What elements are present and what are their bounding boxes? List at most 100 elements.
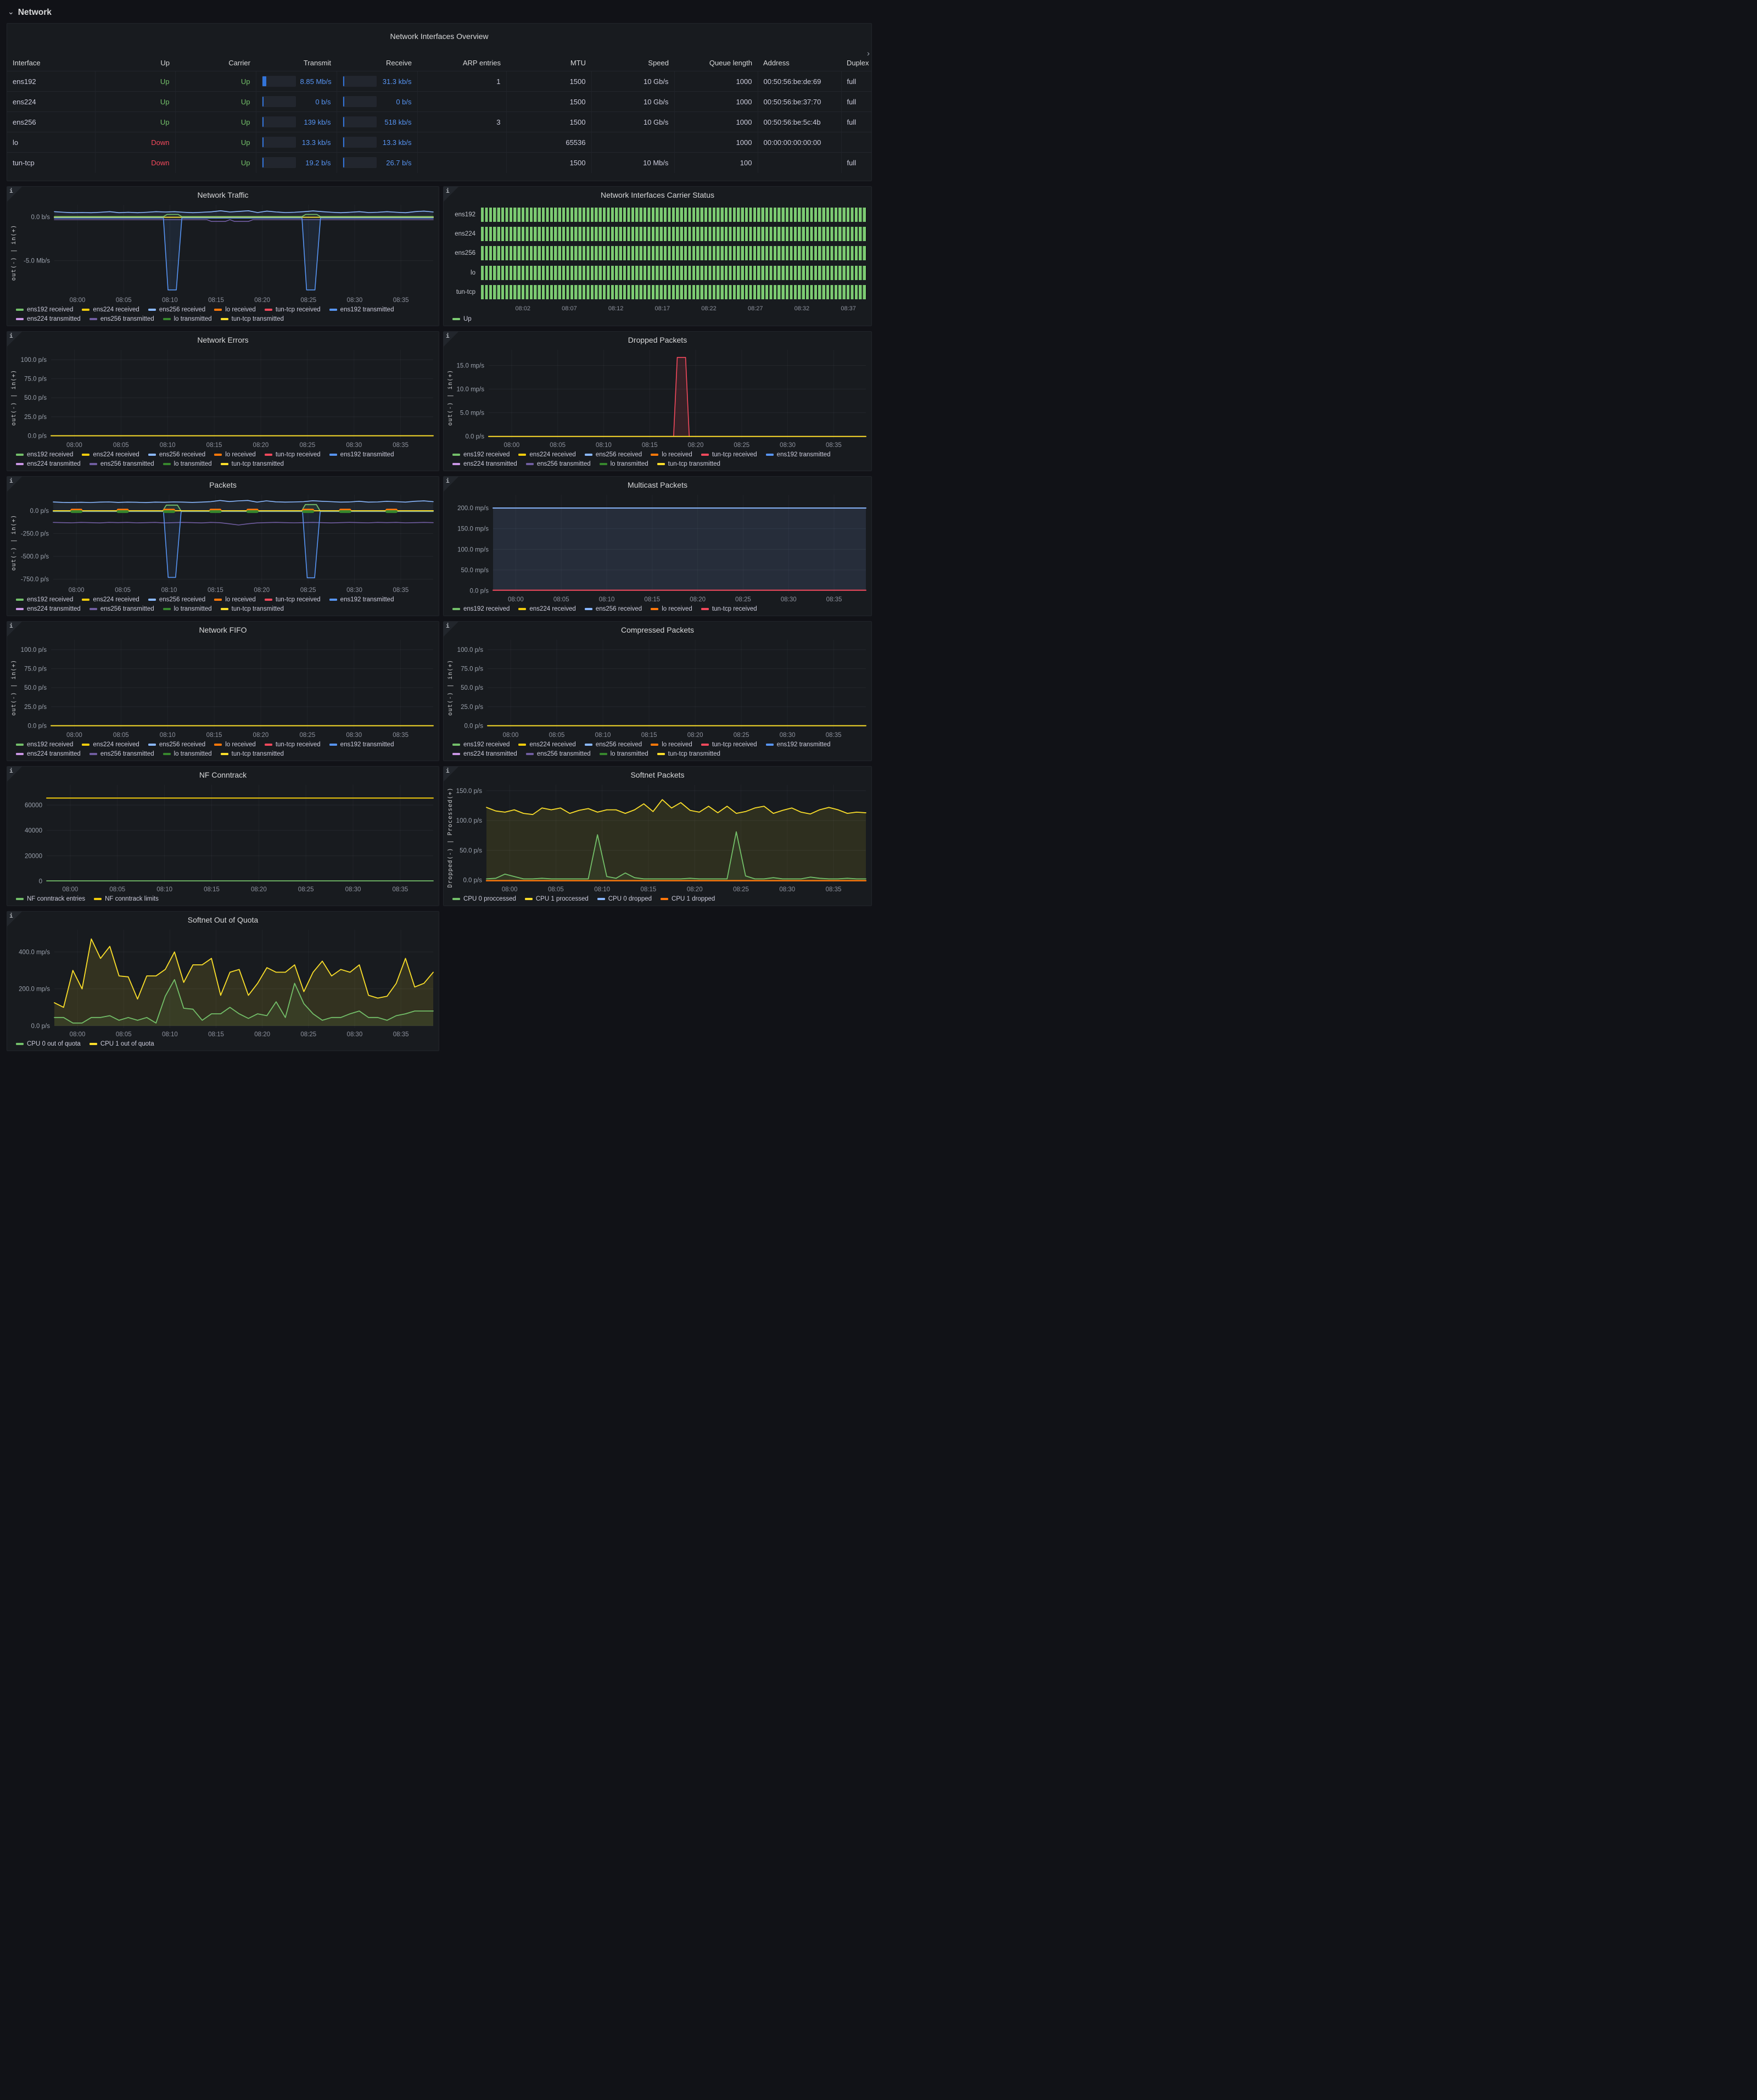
legend-item[interactable]: ens224 received: [82, 306, 139, 313]
panel-title-network-traffic[interactable]: Network Traffic: [7, 187, 439, 200]
legend-item[interactable]: ens224 transmitted: [452, 751, 517, 757]
info-icon[interactable]: i: [444, 187, 458, 202]
status-bars[interactable]: [481, 208, 867, 222]
legend-item[interactable]: tun-tcp transmitted: [221, 751, 284, 757]
legend-item[interactable]: CPU 0 proccessed: [452, 896, 516, 902]
panel-title-network-errors[interactable]: Network Errors: [7, 332, 439, 345]
legend-item[interactable]: NF conntrack entries: [16, 896, 85, 902]
info-icon[interactable]: i: [7, 912, 22, 926]
legend-item[interactable]: ens224 transmitted: [16, 606, 81, 612]
table-panel-title[interactable]: Network Interfaces Overview: [7, 27, 871, 42]
legend-item[interactable]: CPU 1 out of quota: [89, 1041, 154, 1047]
column-header-arp-entries[interactable]: ARP entries: [417, 55, 506, 71]
panel-title-dropped-packets[interactable]: Dropped Packets: [444, 332, 871, 345]
network-errors-chart[interactable]: 0.0 p/s25.0 p/s50.0 p/s75.0 p/s100.0 p/s…: [18, 345, 435, 450]
legend-item[interactable]: ens256 transmitted: [89, 751, 154, 757]
softnet-out-of-quota-chart[interactable]: 0.0 p/s200.0 mp/s400.0 mp/s08:0008:0508:…: [18, 925, 435, 1039]
legend-item[interactable]: ens224 received: [82, 741, 139, 748]
legend-item[interactable]: ens256 received: [585, 741, 642, 748]
panel-title-carrier-status[interactable]: Network Interfaces Carrier Status: [444, 187, 871, 200]
legend-item[interactable]: CPU 0 dropped: [597, 896, 652, 902]
legend-item[interactable]: CPU 1 dropped: [661, 896, 715, 902]
legend-item[interactable]: ens224 transmitted: [16, 316, 81, 322]
status-bars[interactable]: [481, 285, 867, 299]
panel-title-multicast-packets[interactable]: Multicast Packets: [444, 477, 871, 490]
carrier-status-chart[interactable]: ens192ens224ens256lotun-tcp: [444, 200, 871, 304]
legend-item[interactable]: ens224 transmitted: [16, 751, 81, 757]
column-header-speed[interactable]: Speed: [591, 55, 674, 71]
legend-item[interactable]: Up: [452, 316, 472, 322]
legend-item[interactable]: ens256 received: [148, 451, 205, 458]
section-header-network[interactable]: ⌄ Network: [7, 5, 872, 23]
legend-item[interactable]: lo received: [651, 606, 692, 612]
status-bars[interactable]: [481, 227, 867, 241]
info-icon[interactable]: i: [444, 477, 458, 492]
legend-item[interactable]: ens192 received: [16, 451, 73, 458]
info-icon[interactable]: i: [7, 332, 22, 347]
column-header-mtu[interactable]: MTU: [506, 55, 591, 71]
legend-item[interactable]: ens192 transmitted: [329, 741, 394, 748]
info-icon[interactable]: i: [7, 477, 22, 492]
legend-item[interactable]: tun-tcp received: [701, 451, 757, 458]
network-traffic-chart[interactable]: 0.0 b/s-5.0 Mb/s08:0008:0508:1008:1508:2…: [18, 200, 435, 305]
legend-item[interactable]: ens224 received: [518, 741, 575, 748]
status-bars[interactable]: [481, 266, 867, 280]
legend-item[interactable]: tun-tcp received: [265, 596, 321, 603]
legend-item[interactable]: ens256 transmitted: [526, 461, 591, 467]
scroll-right-icon[interactable]: ›: [867, 49, 870, 58]
packets-chart[interactable]: 0.0 p/s-250.0 p/s-500.0 p/s-750.0 p/s08:…: [18, 490, 435, 595]
legend-item[interactable]: ens192 transmitted: [766, 741, 831, 748]
info-icon[interactable]: i: [444, 622, 458, 636]
multicast-packets-chart[interactable]: 0.0 p/s50.0 mp/s100.0 mp/s150.0 mp/s200.…: [455, 490, 868, 604]
legend-item[interactable]: tun-tcp transmitted: [657, 751, 720, 757]
legend-item[interactable]: tun-tcp transmitted: [657, 461, 720, 467]
legend-item[interactable]: ens256 received: [148, 306, 205, 313]
legend-item[interactable]: lo received: [214, 451, 256, 458]
panel-title-softnet-packets[interactable]: Softnet Packets: [444, 767, 871, 780]
legend-item[interactable]: tun-tcp received: [265, 741, 321, 748]
legend-item[interactable]: lo transmitted: [163, 751, 212, 757]
legend-item[interactable]: ens192 transmitted: [766, 451, 831, 458]
legend-item[interactable]: tun-tcp transmitted: [221, 461, 284, 467]
panel-title-network-fifo[interactable]: Network FIFO: [7, 622, 439, 635]
info-icon[interactable]: i: [444, 332, 458, 347]
legend-item[interactable]: ens192 received: [452, 741, 510, 748]
legend-item[interactable]: ens192 transmitted: [329, 596, 394, 603]
column-header-up[interactable]: Up: [95, 55, 175, 71]
status-bars[interactable]: [481, 246, 867, 260]
legend-item[interactable]: ens224 transmitted: [16, 461, 81, 467]
legend-item[interactable]: lo received: [651, 451, 692, 458]
network-fifo-chart[interactable]: 0.0 p/s25.0 p/s50.0 p/s75.0 p/s100.0 p/s…: [18, 635, 435, 740]
legend-item[interactable]: ens224 received: [82, 451, 139, 458]
info-icon[interactable]: i: [444, 767, 458, 781]
legend-item[interactable]: ens256 received: [148, 741, 205, 748]
column-header-interface[interactable]: Interface: [7, 55, 95, 71]
legend-item[interactable]: CPU 0 out of quota: [16, 1041, 81, 1047]
legend-item[interactable]: lo transmitted: [163, 461, 212, 467]
dropped-packets-chart[interactable]: 0.0 p/s5.0 mp/s10.0 mp/s15.0 mp/s08:0008…: [455, 345, 868, 450]
panel-title-softnet-out-of-quota[interactable]: Softnet Out of Quota: [7, 912, 439, 925]
legend-item[interactable]: tun-tcp received: [265, 451, 321, 458]
legend-item[interactable]: ens192 received: [16, 596, 73, 603]
legend-item[interactable]: lo transmitted: [163, 316, 212, 322]
softnet-packets-chart[interactable]: 0.0 p/s50.0 p/s100.0 p/s150.0 p/s08:0008…: [455, 780, 868, 894]
legend-item[interactable]: ens192 received: [452, 606, 510, 612]
info-icon[interactable]: i: [7, 767, 22, 781]
column-header-carrier[interactable]: Carrier: [175, 55, 256, 71]
legend-item[interactable]: ens256 received: [148, 596, 205, 603]
legend-item[interactable]: ens256 transmitted: [89, 606, 154, 612]
legend-item[interactable]: lo received: [651, 741, 692, 748]
panel-title-compressed-packets[interactable]: Compressed Packets: [444, 622, 871, 635]
legend-item[interactable]: tun-tcp transmitted: [221, 606, 284, 612]
compressed-packets-chart[interactable]: 0.0 p/s25.0 p/s50.0 p/s75.0 p/s100.0 p/s…: [455, 635, 868, 740]
legend-item[interactable]: ens192 transmitted: [329, 451, 394, 458]
legend-item[interactable]: ens256 received: [585, 606, 642, 612]
nf-conntrack-chart[interactable]: 020000400006000008:0008:0508:1008:1508:2…: [18, 780, 435, 894]
legend-item[interactable]: CPU 1 proccessed: [525, 896, 589, 902]
legend-item[interactable]: ens256 transmitted: [89, 461, 154, 467]
legend-item[interactable]: lo received: [214, 741, 256, 748]
column-header-receive[interactable]: Receive: [337, 55, 417, 71]
column-header-transmit[interactable]: Transmit: [256, 55, 337, 71]
legend-item[interactable]: ens192 received: [16, 741, 73, 748]
legend-item[interactable]: ens256 transmitted: [526, 751, 591, 757]
